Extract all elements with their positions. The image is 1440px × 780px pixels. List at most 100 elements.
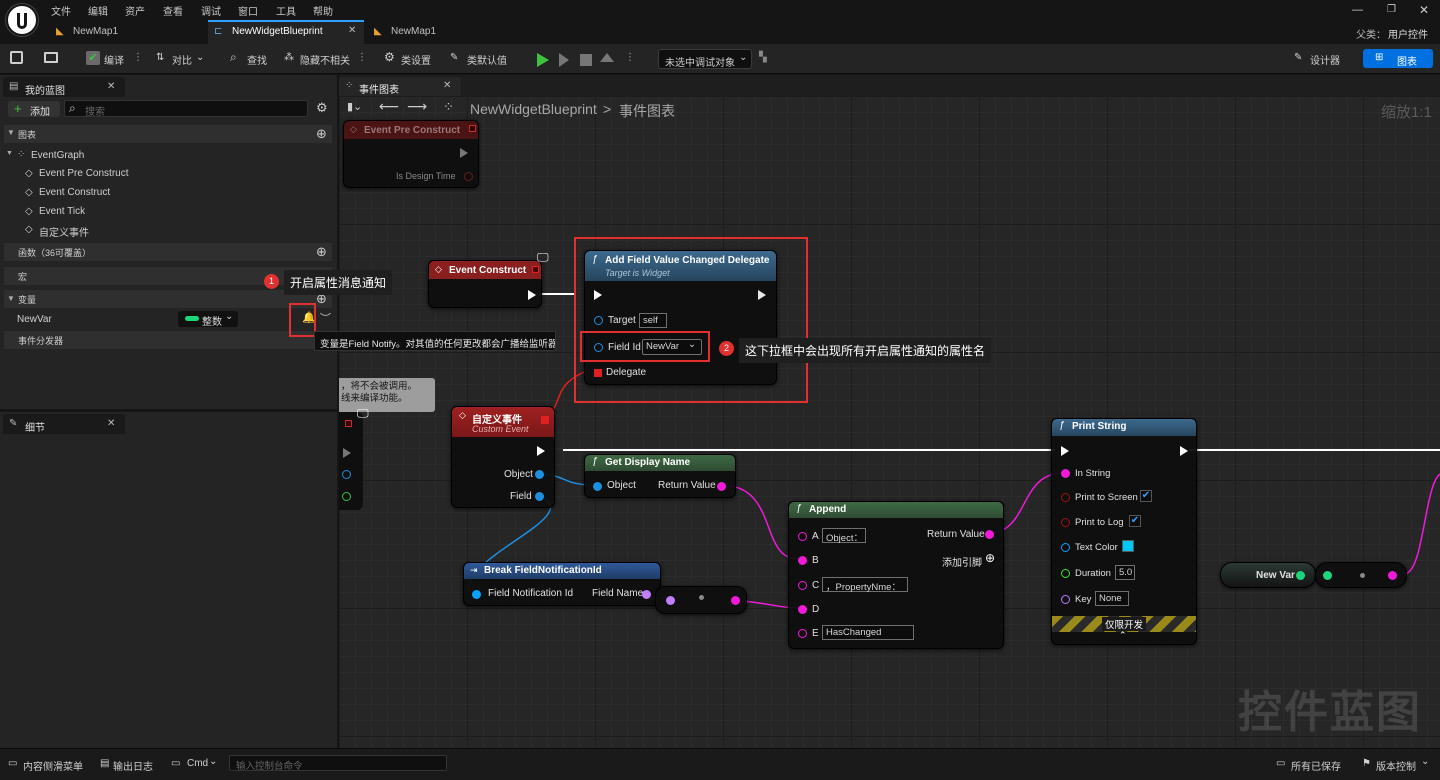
unreal-logo-icon[interactable]	[6, 4, 38, 36]
close-tab-icon[interactable]: ✕	[443, 80, 451, 91]
node-custom-event[interactable]: 自定义事件 ◇ Custom Event Object Field	[451, 406, 555, 508]
functions-section-header[interactable]: 函数（36可覆盖）	[4, 243, 332, 261]
integer-pin[interactable]	[1323, 571, 1332, 580]
hide-unrelated-button[interactable]: 隐藏不相关	[300, 52, 350, 67]
node-int-to-string[interactable]	[1315, 562, 1407, 588]
delegate-pin[interactable]	[469, 125, 476, 132]
float-pin[interactable]	[1061, 569, 1070, 578]
bool-pin[interactable]	[1061, 518, 1070, 527]
save-icon[interactable]	[10, 51, 23, 64]
close-panel-icon[interactable]: ✕	[107, 418, 115, 429]
pin-e-value[interactable]: HasChanged	[822, 625, 914, 640]
play-icon[interactable]	[537, 53, 549, 67]
tab-newwidgetblueprint[interactable]: ⊏ NewWidgetBlueprint ✕	[208, 20, 364, 44]
exec-in-pin[interactable]	[1061, 446, 1069, 456]
add-function-icon[interactable]: ⊕	[316, 244, 327, 260]
parent-class-value[interactable]: 用户控件	[1388, 26, 1428, 41]
object-pin[interactable]	[593, 482, 602, 491]
exec-out-pin[interactable]	[460, 148, 468, 158]
menu-window[interactable]: 窗口	[238, 3, 258, 18]
variable-newvar[interactable]: NewVar	[17, 314, 52, 325]
menu-help[interactable]: 帮助	[313, 3, 333, 18]
tree-item-event-tick[interactable]: Event Tick	[39, 206, 85, 217]
node-break-fieldnotificationid[interactable]: Break FieldNotificationId ⇥ Field Notifi…	[463, 562, 661, 606]
exec-out-pin[interactable]	[537, 446, 545, 456]
add-graph-icon[interactable]: ⊕	[316, 126, 327, 142]
event-dispatchers-section-header[interactable]: 事件分发器	[4, 331, 332, 349]
string-pin-e[interactable]	[798, 629, 807, 638]
compile-button[interactable]: 编译	[104, 52, 124, 67]
struct-pin[interactable]	[342, 492, 351, 501]
bool-pin[interactable]	[464, 172, 473, 181]
menu-tools[interactable]: 工具	[276, 3, 296, 18]
back-arrow-icon[interactable]: ⟵	[379, 98, 399, 115]
key-value[interactable]: None	[1095, 591, 1129, 606]
field-pin[interactable]	[535, 492, 544, 501]
macros-section-header[interactable]: 宏	[4, 267, 332, 285]
exec-out-pin[interactable]	[1180, 446, 1188, 456]
designer-button[interactable]: 设计器	[1310, 52, 1340, 67]
play-options-icon[interactable]: ⋮	[625, 52, 635, 63]
tree-item-event-construct[interactable]: Event Construct	[39, 187, 110, 198]
string-pin-a[interactable]	[798, 532, 807, 541]
variable-type-dropdown[interactable]: 整数 ⌄	[178, 311, 238, 328]
node-get-display-name[interactable]: Get Display Name ƒ Object Return Value	[584, 454, 736, 498]
menu-view[interactable]: 查看	[163, 3, 183, 18]
struct-pin[interactable]	[1061, 543, 1070, 552]
name-pin[interactable]	[666, 596, 675, 605]
text-color-swatch[interactable]	[1122, 540, 1134, 552]
name-pin[interactable]	[642, 590, 651, 599]
close-panel-icon[interactable]: ✕	[107, 81, 115, 92]
breadcrumb-root[interactable]: NewWidgetBlueprint	[470, 101, 597, 117]
content-drawer-button[interactable]: 内容侧滑菜单	[23, 758, 83, 773]
variables-section-header[interactable]: 变量	[4, 290, 332, 308]
debug-filter-icon[interactable]: ▚	[759, 52, 767, 63]
node-event-pre-construct[interactable]: Event Pre Construct ◇ Is Design Time	[343, 120, 479, 188]
string-pin[interactable]	[717, 482, 726, 491]
tree-item-event-pre-construct[interactable]: Event Pre Construct	[39, 168, 128, 179]
collapse-chevron-icon[interactable]: ⌃	[1119, 630, 1127, 641]
tab-newmap1-second[interactable]: ◣ NewMap1	[368, 20, 488, 44]
add-button[interactable]: + 添加	[8, 101, 60, 118]
output-log-button[interactable]: 输出日志	[113, 758, 153, 773]
object-pin[interactable]	[342, 470, 351, 479]
find-button[interactable]: 查找	[247, 52, 267, 67]
event-graph-canvas[interactable]: ▮⌄ ⟵ ⟶ ⁘ NewWidgetBlueprint > 事件图表 缩放1:1…	[339, 96, 1440, 748]
print-screen-checkbox[interactable]: ✔	[1140, 490, 1152, 502]
graph-button[interactable]: ⊞ 图表	[1363, 49, 1433, 68]
more-options-icon[interactable]: ⋮	[357, 52, 367, 63]
duration-value[interactable]: 5.0	[1115, 565, 1135, 580]
close-window-icon[interactable]: ✕	[1419, 3, 1429, 17]
name-pin[interactable]	[1061, 595, 1070, 604]
compile-options-icon[interactable]: ⋮	[133, 52, 143, 63]
comment-bubble[interactable]: ，将不会被调用。 线来编译功能。	[339, 378, 435, 412]
eject-icon[interactable]	[600, 53, 614, 62]
string-pin[interactable]	[1061, 469, 1070, 478]
node-partial-left[interactable]	[339, 412, 363, 510]
node-name-to-string[interactable]	[655, 586, 747, 614]
tab-newmap1[interactable]: ◣ NewMap1	[46, 20, 206, 44]
class-defaults-button[interactable]: 类默认值	[467, 52, 507, 67]
string-pin[interactable]	[1388, 571, 1397, 580]
step-icon[interactable]	[559, 53, 569, 67]
menu-asset[interactable]: 资产	[125, 3, 145, 18]
pin-a-value[interactable]: Object：	[822, 528, 866, 544]
cmd-selector[interactable]: Cmd	[187, 758, 208, 769]
string-pin-c[interactable]	[798, 581, 807, 590]
node-event-construct[interactable]: Event Construct ◇	[428, 260, 542, 308]
print-log-checkbox[interactable]: ✔	[1129, 515, 1141, 527]
struct-pin[interactable]	[472, 590, 481, 599]
console-command-input[interactable]: 输入控制台命令	[229, 755, 447, 772]
forward-arrow-icon[interactable]: ⟶	[407, 98, 427, 115]
string-pin-out[interactable]	[985, 530, 994, 539]
pin-c-value[interactable]: ，PropertyNme：	[822, 577, 908, 593]
delegate-pin[interactable]	[345, 420, 352, 427]
my-blueprint-tab[interactable]: ▤ 我的蓝图 ✕	[3, 77, 125, 97]
bool-pin[interactable]	[1061, 493, 1070, 502]
string-pin-b[interactable]	[798, 556, 807, 565]
add-pin-icon[interactable]: ⊕	[985, 551, 995, 565]
exec-out-pin[interactable]	[528, 290, 536, 300]
maximize-icon[interactable]: ❐	[1387, 4, 1396, 15]
node-print-string[interactable]: Print String ƒ In String Print to Screen…	[1051, 418, 1197, 645]
tree-item-eventgraph[interactable]: EventGraph	[31, 150, 84, 161]
